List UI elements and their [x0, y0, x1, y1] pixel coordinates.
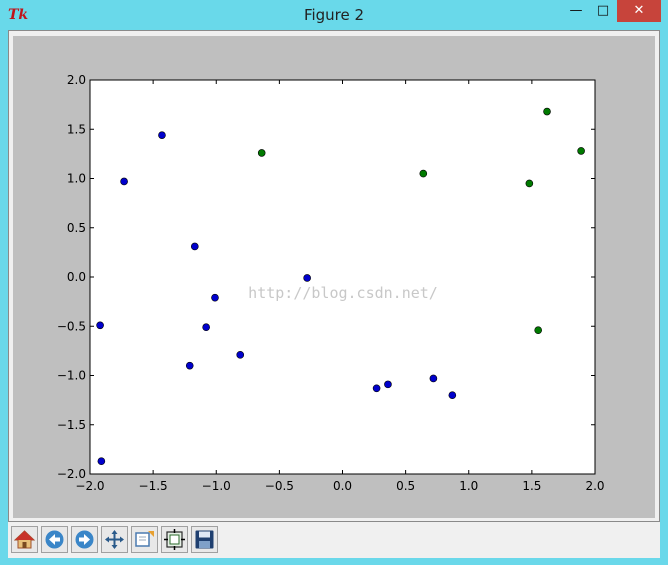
- move-icon: [105, 530, 124, 549]
- scatter-point-blue: [372, 384, 381, 393]
- x-tick-label: −2.0: [75, 479, 104, 493]
- y-tick-label: 1.0: [67, 172, 86, 186]
- watermark-text: http://blog.csdn.net/: [248, 284, 438, 302]
- minimize-icon[interactable]: —: [563, 0, 589, 22]
- scatter-point-green: [525, 179, 534, 188]
- x-tick-labels: −2.0 −1.5 −1.0 −0.5 0.0 0.5 1.0 1.5 2.0: [75, 479, 604, 493]
- x-tick-label: 1.5: [522, 479, 541, 493]
- x-tick-label: 2.0: [585, 479, 604, 493]
- maximize-icon[interactable]: □: [590, 0, 616, 22]
- x-tick-label: −0.5: [265, 479, 294, 493]
- subplots-button[interactable]: [161, 526, 188, 553]
- axes-area: [89, 79, 596, 475]
- x-tick-label: 0.5: [396, 479, 415, 493]
- scatter-point-green: [577, 147, 585, 155]
- scatter-point-blue: [384, 380, 392, 389]
- y-tick-label: 0.0: [67, 270, 86, 284]
- forward-button[interactable]: [71, 526, 98, 553]
- back-button[interactable]: [41, 526, 68, 553]
- scatter-point-blue: [97, 457, 106, 465]
- scatter-point-blue: [96, 321, 104, 330]
- scatter-point-blue: [120, 177, 128, 186]
- scatter-point-blue: [303, 274, 311, 282]
- x-tick-label: −1.0: [202, 479, 231, 493]
- home-icon: [14, 530, 35, 549]
- y-tick-label: −0.5: [57, 319, 86, 333]
- zoom-button[interactable]: [131, 526, 158, 553]
- scatter-point-green: [543, 107, 551, 116]
- y-tick-labels: −2.0 −1.5 −1.0 −0.5 0.0 0.5 1.0 1.5 2.0: [57, 73, 86, 481]
- save-icon: [195, 530, 214, 549]
- scatter-point-blue: [190, 242, 199, 251]
- x-tick-label: 1.0: [459, 479, 478, 493]
- scatter-point-blue: [429, 374, 438, 383]
- scatter-point-blue: [211, 293, 219, 302]
- subplots-icon: [164, 529, 185, 550]
- scatter-chart: −2.0 −1.5 −1.0 −0.5 0.0 0.5 1.0 1.5 2.0 −2.0 −1.5…: [57, 73, 605, 493]
- x-tick-label: −1.5: [139, 479, 168, 493]
- scatter-point-blue: [185, 361, 194, 370]
- y-tick-label: 2.0: [67, 73, 86, 87]
- scatter-point-green: [257, 149, 266, 157]
- zoom-rect-icon: [135, 531, 154, 547]
- scatter-point-blue: [236, 351, 245, 359]
- scatter-point-green: [534, 326, 542, 334]
- scatter-point-green: [419, 169, 428, 178]
- y-tick-label: 1.5: [67, 122, 86, 136]
- figure-canvas: −2.0 −1.5 −1.0 −0.5 0.0 0.5 1.0 1.5 2.0 −2.0 −1.5…: [13, 36, 655, 518]
- y-tick-label: −1.5: [57, 418, 86, 432]
- save-button[interactable]: [191, 526, 218, 553]
- scatter-point-blue: [158, 131, 166, 139]
- title-bar: Tk Figure 2 — □ ✕: [0, 0, 668, 30]
- y-tick-label: −1.0: [57, 369, 86, 383]
- navigation-toolbar: [8, 522, 660, 558]
- home-button[interactable]: [11, 526, 38, 553]
- y-tick-label: 0.5: [67, 221, 86, 235]
- y-tick-label: −2.0: [57, 467, 86, 481]
- x-tick-label: 0.0: [333, 479, 352, 493]
- scatter-point-blue: [202, 323, 210, 332]
- arrow-right-icon: [75, 530, 94, 549]
- close-icon[interactable]: ✕: [617, 0, 661, 22]
- pan-button[interactable]: [101, 526, 128, 553]
- arrow-left-icon: [45, 530, 64, 549]
- scatter-point-blue: [448, 391, 457, 400]
